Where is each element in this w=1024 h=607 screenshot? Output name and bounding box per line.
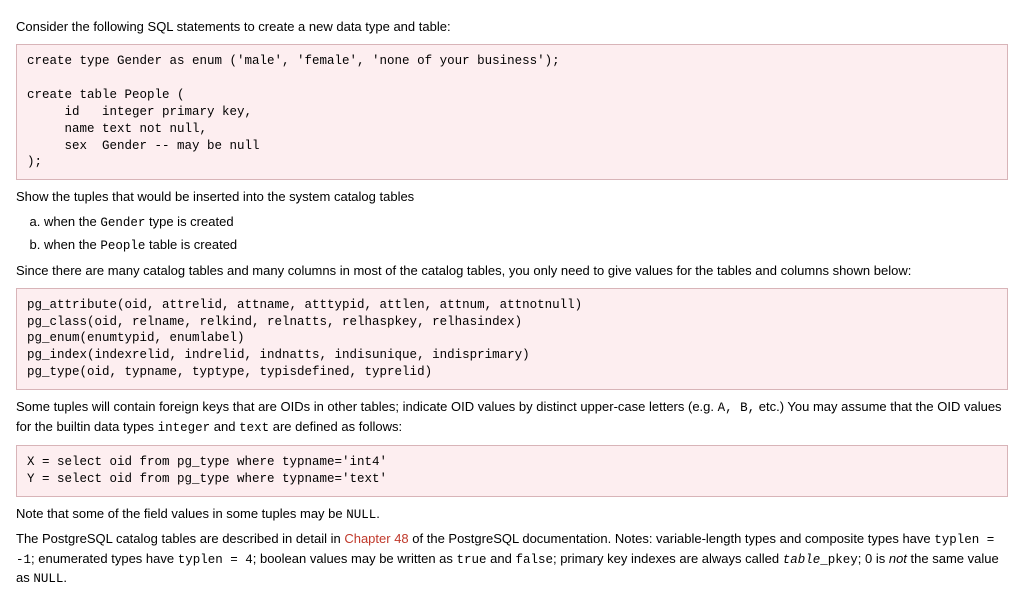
subq-b-post: table is created — [145, 237, 237, 252]
and-word: and — [210, 419, 239, 434]
note-null-text: Note that some of the field values in so… — [16, 505, 1008, 525]
and2: and — [487, 551, 516, 566]
show-tuples-text: Show the tuples that would be inserted i… — [16, 188, 1008, 206]
pg-doc-mid1: of the PostgreSQL documentation. Notes: … — [409, 531, 935, 546]
subq-b-code: People — [100, 239, 145, 253]
typlen-four-code: typlen = 4 — [178, 553, 253, 567]
null-code-2: NULL — [33, 572, 63, 586]
catalog-code-block: pg_attribute(oid, attrelid, attname, att… — [16, 288, 1008, 390]
subq-a-post: type is created — [145, 214, 233, 229]
pg-doc-end: . — [63, 570, 67, 585]
false-code: false — [515, 553, 553, 567]
pg-doc-mid2: ; enumerated types have — [31, 551, 178, 566]
note-null-pre: Note that some of the field values in so… — [16, 506, 346, 521]
some-tuples-pre: Some tuples will contain foreign keys th… — [16, 399, 718, 414]
pg-doc-mid3: ; boolean values may be written as — [253, 551, 457, 566]
table-pkey-italic: table — [783, 553, 821, 567]
pg-doc-text: The PostgreSQL catalog tables are descri… — [16, 530, 1008, 589]
subquestion-a: when the Gender type is created — [44, 213, 1008, 233]
oid-code-block: X = select oid from pg_type where typnam… — [16, 445, 1008, 497]
intro-text: Consider the following SQL statements to… — [16, 18, 1008, 36]
integer-code: integer — [158, 421, 211, 435]
subquestion-list: when the Gender type is created when the… — [16, 213, 1008, 256]
text-code: text — [239, 421, 269, 435]
pg-doc-pre: The PostgreSQL catalog tables are descri… — [16, 531, 344, 546]
pg-doc-mid4: ; primary key indexes are always called — [553, 551, 783, 566]
letters-code: A, B, — [718, 401, 756, 415]
chapter-link[interactable]: Chapter 48 — [344, 531, 408, 546]
true-code: true — [457, 553, 487, 567]
since-text: Since there are many catalog tables and … — [16, 262, 1008, 280]
pg-doc-mid5: ; 0 is — [858, 551, 889, 566]
subq-a-code: Gender — [100, 216, 145, 230]
null-code: NULL — [346, 508, 376, 522]
pkey-suffix: _pkey — [820, 553, 858, 567]
note-null-post: . — [376, 506, 380, 521]
some-tuples-text: Some tuples will contain foreign keys th… — [16, 398, 1008, 437]
some-tuples-post: are defined as follows: — [269, 419, 402, 434]
subq-b-pre: when the — [44, 237, 100, 252]
sql-code-block: create type Gender as enum ('male', 'fem… — [16, 44, 1008, 180]
subq-a-pre: when the — [44, 214, 100, 229]
not-italic: not — [889, 551, 907, 566]
subquestion-b: when the People table is created — [44, 236, 1008, 256]
